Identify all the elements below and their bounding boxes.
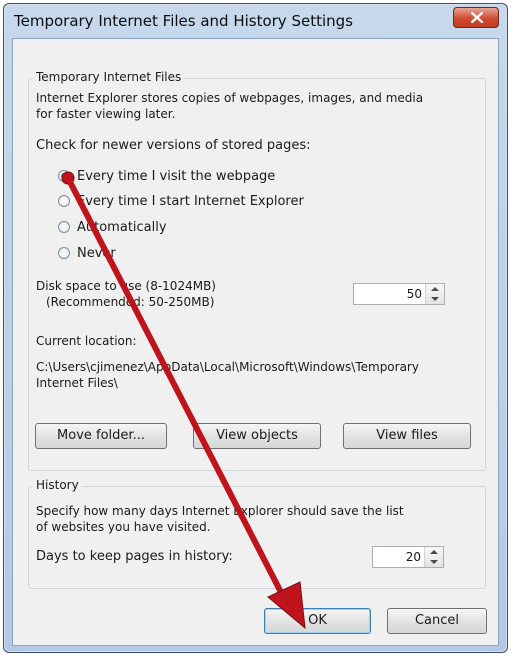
temp-files-description-line1: Internet Explorer stores copies of webpa… — [36, 91, 424, 105]
radio-button-every-visit[interactable] — [58, 170, 70, 182]
spin-down-icon[interactable] — [431, 297, 439, 301]
window-title: Temporary Internet Files and History Set… — [14, 12, 353, 30]
radio-button-every-start[interactable] — [58, 195, 70, 207]
check-newer-label: Check for newer versions of stored pages… — [36, 138, 311, 153]
close-icon — [471, 12, 483, 23]
disk-space-recommended: (Recommended: 50-250MB) — [46, 295, 215, 309]
disk-space-spin-arrows[interactable] — [425, 284, 444, 304]
title-bar[interactable]: Temporary Internet Files and History Set… — [4, 4, 507, 38]
dialog-window: Temporary Internet Files and History Set… — [3, 3, 508, 653]
spin-down-icon[interactable] — [430, 560, 438, 564]
radio-label-never: Never — [77, 245, 116, 261]
radio-every-visit[interactable]: Every time I visit the webpage — [58, 167, 275, 185]
history-days-spinner[interactable]: 20 — [372, 546, 444, 568]
radio-label-automatically: Automatically — [77, 219, 167, 235]
spin-up-icon[interactable] — [430, 550, 438, 554]
radio-button-automatically[interactable] — [58, 221, 70, 233]
history-description-line1: Specify how many days Internet Explorer … — [36, 504, 404, 518]
radio-every-start[interactable]: Every time I start Internet Explorer — [58, 192, 304, 210]
history-group-label: History — [33, 478, 82, 492]
radio-label-every-visit: Every time I visit the webpage — [77, 168, 276, 184]
current-location-path-line1: C:\Users\cjimenez\AppData\Local\Microsof… — [36, 360, 419, 374]
disk-space-label: Disk space to use (8-1024MB) — [36, 279, 216, 293]
close-button[interactable] — [453, 7, 499, 28]
current-location-path-line2: Internet Files\ — [36, 376, 118, 390]
radio-never[interactable]: Never — [58, 244, 116, 262]
disk-space-value[interactable]: 50 — [407, 287, 422, 301]
history-group — [28, 486, 486, 589]
temp-files-group — [28, 78, 486, 471]
cancel-button[interactable]: Cancel — [387, 608, 487, 634]
spin-up-icon[interactable] — [431, 287, 439, 291]
temp-files-description-line2: for faster viewing later. — [36, 107, 176, 121]
history-days-spin-arrows[interactable] — [424, 547, 443, 567]
disk-space-spinner[interactable]: 50 — [353, 283, 445, 305]
ok-button[interactable]: OK — [264, 608, 371, 634]
move-folder-button[interactable]: Move folder... — [35, 423, 167, 449]
days-to-keep-label: Days to keep pages in history: — [36, 549, 233, 564]
radio-label-every-start: Every time I start Internet Explorer — [77, 193, 304, 209]
temp-files-group-label: Temporary Internet Files — [33, 70, 185, 84]
view-files-button[interactable]: View files — [343, 423, 471, 449]
radio-automatically[interactable]: Automatically — [58, 218, 167, 236]
radio-button-never[interactable] — [58, 247, 70, 259]
history-days-value[interactable]: 20 — [406, 550, 421, 564]
view-objects-button[interactable]: View objects — [193, 423, 321, 449]
dialog-client-area: Temporary Internet Files Internet Explor… — [12, 38, 499, 646]
current-location-label: Current location: — [36, 334, 137, 348]
history-description-line2: of websites you have visited. — [36, 520, 211, 534]
